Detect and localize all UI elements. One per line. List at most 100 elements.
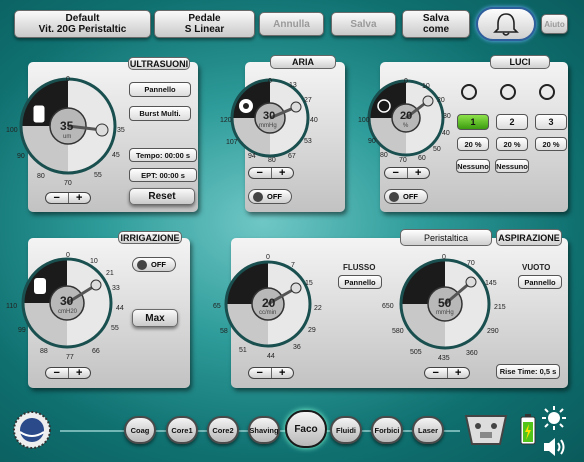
tool-core1[interactable]: Core1 [166,416,198,444]
toggle-knob-icon [137,259,147,270]
lights-stepper[interactable]: − + [384,167,430,179]
light-1-none[interactable]: Nessuno [456,159,490,173]
light-channel-1-button[interactable]: 1 [457,114,489,130]
light-2-percent[interactable]: 20 % [496,137,528,151]
irrigation-toggle[interactable]: OFF [132,257,176,272]
ultrasound-tick-90: 90 [17,153,25,160]
flow-dial[interactable] [220,254,340,364]
vacuum-mode-button[interactable]: Pannello [518,275,562,289]
ultrasound-stepper[interactable]: − + [45,192,91,204]
lights-tick-50: 50 [433,146,441,153]
tool-coag[interactable]: Coag [124,416,156,444]
light-2-none[interactable]: Nessuno [495,159,529,173]
aspiration-title[interactable]: ASPIRAZIONE [496,229,562,246]
tool-shaving[interactable]: Shaving [248,416,280,444]
flow-mode-button[interactable]: Pannello [338,275,382,289]
tool-laser[interactable]: Laser [412,416,444,444]
ultrasound-unit: um [63,134,72,140]
pedal-button[interactable]: Pedale S Linear [154,10,255,38]
irrigation-tick-44: 44 [116,305,124,312]
irrigation-toggle-label: OFF [151,260,166,269]
flow-unit: cc/min [259,310,277,316]
ultrasound-plus-button[interactable]: + [67,193,91,204]
flow-minus-button[interactable]: − [249,368,271,379]
pedal-icon[interactable] [462,412,510,448]
irrigation-stepper[interactable]: − + [45,367,91,379]
air-tick-67: 67 [288,153,296,160]
ultrasound-mode-button[interactable]: Pannello [129,82,191,97]
irrigation-dial[interactable] [12,248,132,368]
lights-toggle-label: OFF [403,192,418,201]
irrigation-max-button[interactable]: Max [132,309,178,327]
default-preset-button[interactable]: Default Vit. 20G Peristaltic [14,10,151,38]
flow-tick-65: 65 [213,303,221,310]
light-3-percent[interactable]: 20 % [535,137,567,151]
battery-icon [520,414,536,445]
vacuum-minus-button[interactable]: − [425,368,447,379]
vacuum-stepper[interactable]: − + [424,367,470,379]
flow-tick-0: 0 [266,254,270,261]
pedal-label: Pedale [188,13,221,24]
lights-plus-button[interactable]: + [406,168,430,179]
tool-core2[interactable]: Core2 [207,416,239,444]
save-as-button[interactable]: Salva come [402,10,470,38]
irrigation-tick-88: 88 [40,348,48,355]
light-2-icon [500,84,516,100]
default-sublabel: Vit. 20G Peristaltic [38,24,127,35]
light-channel-2-button[interactable]: 2 [496,114,528,130]
help-button[interactable]: Aiuto [541,14,568,34]
ultrasound-minus-button[interactable]: − [46,193,68,204]
vacuum-plus-button[interactable]: + [446,368,470,379]
reset-button[interactable]: Reset [129,188,195,205]
lights-tick-40: 40 [442,130,450,137]
reset-label: Reset [148,191,176,202]
light-1-percent[interactable]: 20 % [457,137,489,151]
air-tick-40: 40 [310,117,318,124]
volume-icon[interactable] [541,435,567,459]
burst-mode-button[interactable]: Burst Multi. [129,106,191,121]
brightness-icon[interactable] [541,405,567,431]
vacuum-tick-0: 0 [442,254,446,261]
tool-fluidi[interactable]: Fluidi [330,416,362,444]
air-title: ARIA [270,55,336,69]
tool-faco[interactable]: Faco [285,410,327,448]
ultrasound-tick-0: 0 [66,76,70,83]
irrigation-minus-button[interactable]: − [46,368,68,379]
irrigation-plus-button[interactable]: + [67,368,91,379]
ultrasound-tick-70: 70 [64,180,72,187]
air-plus-button[interactable]: + [270,168,294,179]
lights-minus-button[interactable]: − [385,168,407,179]
air-stepper[interactable]: − + [248,167,294,179]
bell-icon [493,13,519,36]
tool-forbici[interactable]: Forbici [371,416,403,444]
flow-tick-58: 58 [220,328,228,335]
air-tick-94: 94 [248,153,256,160]
air-toggle[interactable]: OFF [248,189,292,204]
air-minus-button[interactable]: − [249,168,271,179]
irrigation-tick-10: 10 [90,258,98,265]
flow-tick-44: 44 [267,353,275,360]
flow-plus-button[interactable]: + [270,368,294,379]
tab-peristaltic[interactable]: Peristaltica [400,229,492,246]
cancel-button[interactable]: Annulla [259,12,324,36]
lights-value: 20 [400,110,413,122]
bell-button[interactable] [476,7,536,41]
cancel-label: Annulla [273,18,310,30]
lights-toggle[interactable]: OFF [384,189,428,204]
flow-stepper[interactable]: − + [248,367,294,379]
ept-time-label: EPT: 00:00 s [129,168,197,182]
save-as-label: Salva [422,13,450,24]
lights-tick-100: 100 [358,117,370,124]
flow-label: FLUSSO [343,263,376,272]
lights-tick-60: 60 [418,155,426,162]
light-channel-3-button[interactable]: 3 [535,114,567,130]
lights-title: LUCI [490,55,550,69]
air-value: 30 [263,110,276,122]
rise-time-label[interactable]: Rise Time: 0,5 s [496,364,560,379]
save-button[interactable]: Salva [331,12,396,36]
air-tick-27: 27 [304,97,312,104]
flow-tick-51: 51 [239,347,247,354]
ultrasound-tick-55: 55 [94,172,102,179]
flow-tick-29: 29 [308,327,316,334]
flow-tick-15: 15 [305,280,313,287]
